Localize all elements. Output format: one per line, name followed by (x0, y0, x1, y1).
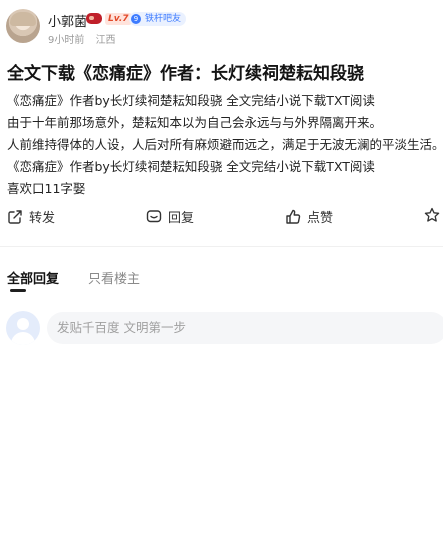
star-icon (424, 207, 440, 222)
like-button[interactable]: 点赞 (285, 207, 333, 226)
like-label: 点赞 (307, 211, 334, 226)
comment-input[interactable]: 发贴千百度 文明第一步 (47, 312, 443, 344)
user-emblem-icon (86, 13, 102, 24)
post-body-line: 人前维持得体的人设，人后对所有麻烦避而远之，满足于无波无澜的平淡生活。 (7, 137, 443, 152)
fan-badge-level: 9 (131, 14, 141, 24)
level-badge: Lv.7 (105, 13, 132, 25)
thumbs-up-icon (286, 209, 301, 224)
share-icon (8, 209, 22, 224)
active-tab-indicator (10, 289, 26, 292)
tab-all-replies[interactable]: 全部回复 (7, 268, 59, 287)
author-name[interactable]: 小郭菌 (48, 11, 87, 30)
post-body-line: 由于十年前那场意外，楚耘知本以为自己会永远与与外界隔离开来。 (7, 115, 383, 130)
post-action-bar: 转发 回复 点赞 (0, 207, 443, 227)
share-button[interactable]: 转发 (7, 207, 55, 226)
post-meta: 9小时前 江西 (48, 31, 124, 46)
fan-badge: 9 铁杆吧友 (129, 12, 187, 26)
reply-button[interactable]: 回复 (146, 207, 194, 226)
post-body-line: 喜欢口11字娶 (7, 181, 86, 196)
post-body-line: 《恋痛症》作者by长灯续祠楚耘知段骁 全文完结小说下载TXT阅读 (7, 159, 375, 174)
post-body-line: 《恋痛症》作者by长灯续祠楚耘知段骁 全文完结小说下载TXT阅读 (7, 93, 375, 108)
reply-label: 回复 (168, 211, 195, 226)
section-divider (0, 246, 443, 247)
post-title: 全文下载《恋痛症》作者：长灯续祠楚耘知段骁 (7, 64, 364, 84)
comment-icon (146, 209, 162, 222)
post-time: 9小时前 (48, 35, 85, 46)
tab-op-only[interactable]: 只看楼主 (88, 268, 140, 287)
share-label: 转发 (29, 211, 56, 226)
author-avatar[interactable] (6, 9, 40, 43)
favorite-button[interactable] (424, 207, 443, 223)
post-body: 《恋痛症》作者by长灯续祠楚耘知段骁 全文完结小说下载TXT阅读 由于十年前那场… (7, 90, 443, 200)
post-location: 江西 (95, 35, 116, 46)
fan-badge-label: 铁杆吧友 (145, 14, 182, 24)
user-avatar-placeholder-icon (6, 311, 40, 345)
